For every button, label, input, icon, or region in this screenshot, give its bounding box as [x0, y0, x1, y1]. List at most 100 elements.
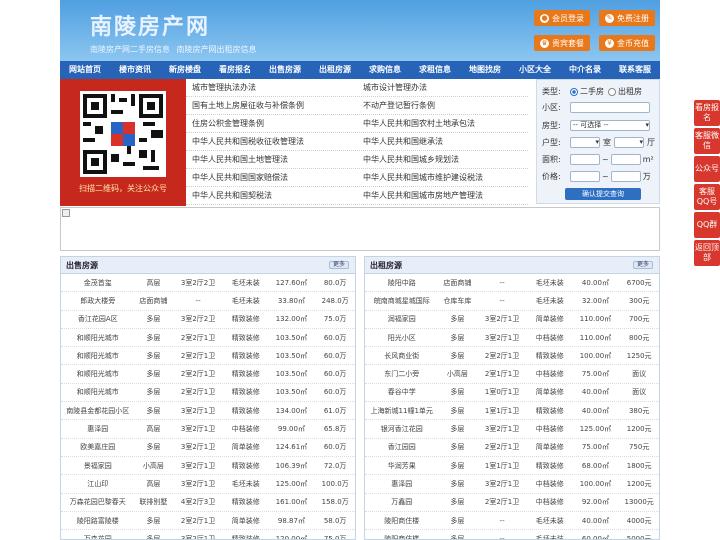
- area-max-input[interactable]: [610, 154, 641, 165]
- table-row[interactable]: 香江园园 多层 2室2厅1卫 简单装修 75.00㎡ 750元: [365, 439, 659, 457]
- nav-want-buy[interactable]: 求购信息: [360, 61, 410, 79]
- nav-contact[interactable]: 联系客服: [610, 61, 660, 79]
- nav-news[interactable]: 楼市资讯: [110, 61, 160, 79]
- side-tab-back-to-top[interactable]: 返回顶部: [694, 240, 720, 266]
- listing-community[interactable]: 香江园园: [365, 442, 439, 452]
- gold-recharge-button[interactable]: ¥ 金币充值: [599, 35, 655, 51]
- ad-banner[interactable]: [60, 207, 660, 251]
- listing-community[interactable]: 香江花园A区: [61, 314, 135, 324]
- listing-community[interactable]: 惠泽园: [365, 479, 439, 489]
- listing-community[interactable]: 东门二小旁: [365, 369, 439, 379]
- nav-map-search[interactable]: 地图找房: [460, 61, 510, 79]
- radio-rental[interactable]: [608, 87, 616, 96]
- law-link[interactable]: 中华人民共和国契税法: [186, 187, 357, 204]
- nav-new-homes[interactable]: 新房楼盘: [160, 61, 210, 79]
- listing-community[interactable]: 和顺阳光城市: [61, 369, 135, 379]
- listing-community[interactable]: 和顺阳光城市: [61, 333, 135, 343]
- listing-community[interactable]: 银河香江花园: [365, 424, 439, 434]
- law-link[interactable]: 中华人民共和国税收征收管理法: [186, 133, 357, 150]
- table-row[interactable]: 江山印 高层 3室2厅1卫 毛坯未装 125.00㎡ 100.0万: [61, 475, 355, 494]
- listing-community[interactable]: 华润芳果: [365, 461, 439, 471]
- price-min-input[interactable]: [570, 171, 600, 182]
- listing-community[interactable]: 阳光小区: [365, 333, 439, 343]
- listing-community[interactable]: 金茂首玺: [61, 278, 135, 288]
- table-row[interactable]: 金茂首玺 高层 3室2厅2卫 毛坯未装 127.60㎡ 80.0万: [61, 274, 355, 293]
- listing-community[interactable]: 万鑫园: [365, 497, 439, 507]
- listing-community[interactable]: 和顺阳光城市: [61, 387, 135, 397]
- listing-community[interactable]: 春谷中学: [365, 387, 439, 397]
- table-row[interactable]: 惠泽园 多层 3室2厅1卫 中档装修 100.00㎡ 1200元: [365, 475, 659, 494]
- law-link[interactable]: 中华人民共和国继承法: [357, 133, 528, 150]
- side-tab-service-wechat[interactable]: 客服微信: [694, 128, 720, 154]
- sale-more-button[interactable]: 更多: [329, 261, 349, 269]
- table-row[interactable]: 欧美嘉庄园 多层 3室2厅1卫 简单装修 124.61㎡ 60.0万: [61, 439, 355, 457]
- table-row[interactable]: 和顺阳光城市 多层 2室2厅1卫 精致装修 103.50㎡ 60.0万: [61, 384, 355, 403]
- table-row[interactable]: 陵阳商住楼 多层 -- 毛坯未装 40.00㎡ 4000元: [365, 512, 659, 531]
- table-row[interactable]: 润福家园 多层 3室2厅1卫 简单装修 110.00㎡ 700元: [365, 311, 659, 329]
- law-link[interactable]: 中华人民共和国国家赔偿法: [186, 169, 357, 186]
- nav-want-rent[interactable]: 求租信息: [410, 61, 460, 79]
- vip-package-button[interactable]: ♛ 贵宾套餐: [534, 35, 590, 51]
- law-link[interactable]: 中华人民共和国土地管理法: [186, 151, 357, 168]
- law-link[interactable]: 中华人民共和国城乡规划法: [357, 151, 528, 168]
- listing-community[interactable]: 万森花园巴黎春天: [61, 497, 135, 507]
- law-link[interactable]: 住房公积金管理条例: [186, 115, 357, 132]
- side-tab-viewing-signup[interactable]: 看房报名: [694, 100, 720, 126]
- table-row[interactable]: 春谷中学 多层 1室0厅1卫 简单装修 40.00㎡ 面议: [365, 384, 659, 403]
- table-row[interactable]: 万鑫园 多层 2室2厅1卫 中档装修 92.00㎡ 13000元: [365, 494, 659, 512]
- table-row[interactable]: 华润芳果 多层 1室1厅1卫 精致装修 68.00㎡ 1800元: [365, 457, 659, 476]
- side-tab-official-account[interactable]: 公众号: [694, 156, 720, 182]
- listing-community[interactable]: 江山印: [61, 479, 135, 489]
- listing-community[interactable]: 郎政大楼旁: [61, 296, 135, 306]
- table-row[interactable]: 阳光小区 多层 3室2厅1卫 中档装修 110.00㎡ 800元: [365, 329, 659, 348]
- price-max-input[interactable]: [610, 171, 641, 182]
- hall-select[interactable]: ▾: [614, 137, 644, 148]
- listing-community[interactable]: 南陵县金都花园小区: [61, 406, 135, 416]
- table-row[interactable]: 陵阳中路 店面商铺 -- 毛坯未装 40.00㎡ 6700元: [365, 274, 659, 293]
- table-row[interactable]: 万森花园 多层 3室2厅1卫 精致装修 120.00㎡ 75.0万: [61, 530, 355, 539]
- listing-community[interactable]: 惠泽园: [61, 424, 135, 434]
- listing-community[interactable]: 陵阳商住楼: [365, 534, 439, 539]
- table-row[interactable]: 和顺阳光城市 多层 2室2厅1卫 精致装修 103.50㎡ 60.0万: [61, 365, 355, 384]
- table-row[interactable]: 惠泽园 高层 3室2厅1卫 中档装修 99.00㎡ 65.8万: [61, 420, 355, 439]
- listing-community[interactable]: 皖南商城星城国际: [365, 296, 439, 306]
- listing-community[interactable]: 润福家园: [365, 314, 439, 324]
- law-link[interactable]: 中华人民共和国农村土地承包法: [357, 115, 528, 132]
- listing-community[interactable]: 万森花园: [61, 534, 135, 539]
- table-row[interactable]: 香江花园A区 多层 3室2厅2卫 精致装修 132.00㎡ 75.0万: [61, 311, 355, 329]
- law-link[interactable]: 城市设计管理办法: [357, 79, 528, 96]
- nav-agencies[interactable]: 中介名录: [560, 61, 610, 79]
- listing-community[interactable]: 上海新城11幢1单元: [365, 406, 439, 416]
- listing-community[interactable]: 陵阳商住楼: [365, 516, 439, 526]
- nav-viewing-signup[interactable]: 看房报名: [210, 61, 260, 79]
- table-row[interactable]: 长风商业街 多层 2室2厅1卫 精致装修 100.00㎡ 1250元: [365, 347, 659, 366]
- table-row[interactable]: 郎政大楼旁 店面商铺 -- 毛坯未装 33.80㎡ 248.0万: [61, 292, 355, 311]
- table-row[interactable]: 上海新城11幢1单元 多层 1室1厅1卫 精致装修 40.00㎡ 380元: [365, 402, 659, 421]
- nav-home[interactable]: 网站首页: [60, 61, 110, 79]
- table-row[interactable]: 景福家园 小高层 3室2厅1卫 精致装修 106.39㎡ 72.0万: [61, 457, 355, 476]
- free-register-button[interactable]: ✎ 免费注册: [599, 10, 655, 26]
- nav-for-sale[interactable]: 出售房源: [260, 61, 310, 79]
- table-row[interactable]: 东门二小旁 小高层 2室1厅1卫 中档装修 75.00㎡ 面议: [365, 365, 659, 384]
- table-row[interactable]: 陵阳路富陵楼 多层 2室2厅1卫 简单装修 98.87㎡ 58.0万: [61, 512, 355, 531]
- community-input[interactable]: [570, 102, 650, 113]
- law-link[interactable]: 中华人民共和国城市维护建设税法: [357, 169, 528, 186]
- listing-community[interactable]: 和顺阳光城市: [61, 351, 135, 361]
- room-select[interactable]: ▾: [570, 137, 600, 148]
- area-min-input[interactable]: [570, 154, 600, 165]
- nav-for-rent[interactable]: 出租房源: [310, 61, 360, 79]
- law-link[interactable]: 城市管理执法办法: [186, 79, 357, 96]
- table-row[interactable]: 银河香江花园 多层 3室2厅1卫 中档装修 125.00㎡ 1200元: [365, 420, 659, 439]
- table-row[interactable]: 和顺阳光城市 多层 2室2厅1卫 精致装修 103.50㎡ 60.0万: [61, 329, 355, 348]
- law-link[interactable]: 国有土地上房屋征收与补偿条例: [186, 97, 357, 114]
- law-link[interactable]: 中华人民共和国城市房地产管理法: [357, 187, 528, 204]
- site-logo-title[interactable]: 南陵房产网: [90, 9, 210, 41]
- table-row[interactable]: 皖南商城星城国际 仓库车库 -- 毛坯未装 32.00㎡ 300元: [365, 292, 659, 311]
- radio-resale[interactable]: [570, 87, 578, 96]
- house-type-select[interactable]: -- 可选择 -- ▾: [570, 120, 650, 131]
- side-tab-service-qq[interactable]: 客服QQ号: [694, 184, 720, 210]
- search-submit-button[interactable]: 确认提交查询: [565, 188, 641, 200]
- table-row[interactable]: 万森花园巴黎春天 联排别墅 4室2厅3卫 精致装修 161.00㎡ 158.0万: [61, 494, 355, 512]
- rent-more-button[interactable]: 更多: [633, 261, 653, 269]
- law-link[interactable]: 不动产登记暂行条例: [357, 97, 528, 114]
